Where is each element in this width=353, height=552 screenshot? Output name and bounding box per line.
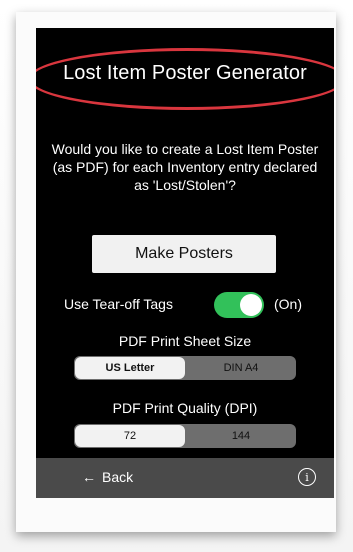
- toggle-knob: [240, 294, 262, 316]
- make-posters-button[interactable]: Make Posters: [92, 235, 276, 273]
- sheet-size-option-us-letter[interactable]: US Letter: [75, 357, 185, 379]
- info-icon[interactable]: i: [298, 468, 316, 486]
- quality-option-72[interactable]: 72: [75, 425, 185, 447]
- back-label: Back: [102, 469, 134, 485]
- bottom-toolbar: ← Back i: [36, 458, 334, 498]
- quality-option-144[interactable]: 144: [186, 424, 296, 448]
- prompt-text: Would you like to create a Lost Item Pos…: [51, 141, 319, 193]
- sheet-size-label: PDF Print Sheet Size: [118, 333, 252, 349]
- sheet-size-segmented-control: US Letter DIN A4: [74, 356, 296, 380]
- quality-segmented-control: 72 144: [74, 424, 296, 448]
- tear-off-state: (On): [274, 296, 302, 312]
- back-button[interactable]: ← Back: [82, 469, 133, 485]
- tear-off-toggle[interactable]: [214, 292, 264, 318]
- tear-off-label: Use Tear-off Tags: [64, 296, 173, 312]
- app-screen: Lost Item Poster Generator Would you lik…: [36, 28, 334, 498]
- page-title: Lost Item Poster Generator: [63, 62, 307, 84]
- sheet-size-option-din-a4[interactable]: DIN A4: [186, 356, 296, 380]
- tear-off-row: Use Tear-off Tags (On): [36, 291, 334, 319]
- arrow-left-icon: ←: [82, 469, 96, 485]
- quality-label: PDF Print Quality (DPI): [112, 400, 258, 416]
